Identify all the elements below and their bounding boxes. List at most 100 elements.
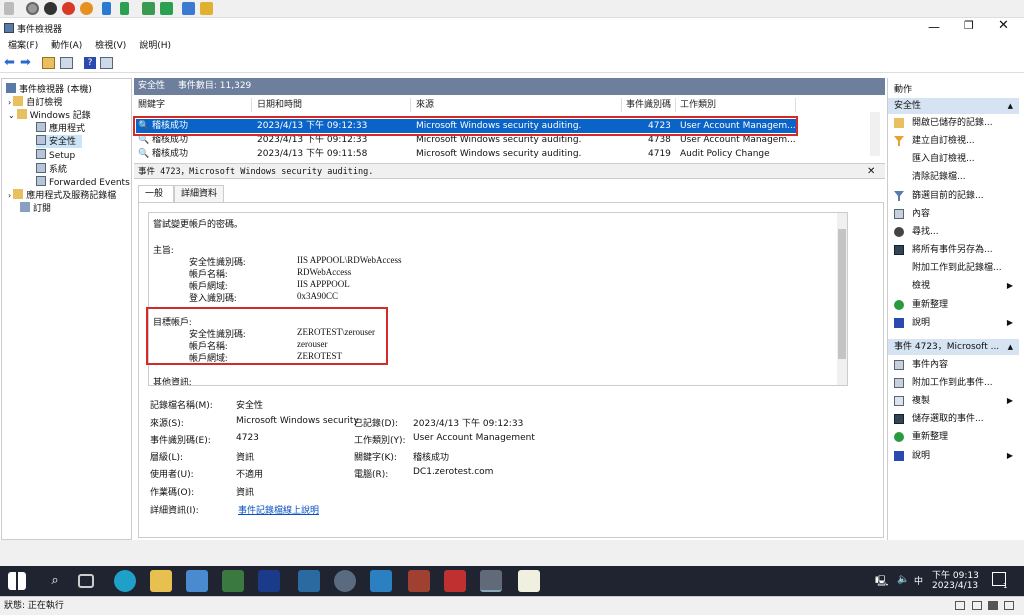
vm-checkpoint-icon[interactable] (142, 2, 155, 15)
tree-security[interactable]: 安全性 (36, 135, 82, 148)
vm-share-icon[interactable] (200, 2, 213, 15)
tree-system-label: 系統 (49, 165, 68, 175)
vm-play-button[interactable] (120, 2, 129, 15)
online-help-link[interactable]: 事件記錄檔線上說明 (238, 503, 319, 516)
action-attach-task-log[interactable]: 附加工作到此記錄檔... (888, 260, 1019, 276)
chevron-right-icon[interactable]: › (8, 191, 11, 200)
close-button[interactable]: ✕ (998, 18, 1009, 33)
action-create-custom-view[interactable]: 建立自訂檢視... (888, 133, 1019, 149)
menu-action[interactable]: 動作(A) (51, 41, 82, 51)
back-arrow-icon[interactable]: ⬅ (4, 55, 15, 70)
collapse-icon[interactable]: ▲ (1008, 339, 1013, 355)
actions-section-event[interactable]: 事件 4723，Microsoft ... ▲ (888, 339, 1019, 355)
row-keyword: 稽核成功 (152, 149, 189, 158)
action-help-event[interactable]: 說明 ▶ (888, 448, 1019, 464)
app-icon[interactable] (408, 570, 430, 592)
tree-setup[interactable]: Setup (36, 149, 75, 162)
services-icon[interactable] (334, 570, 356, 592)
action-help[interactable]: 說明 ▶ (888, 315, 1019, 331)
column-event-id[interactable]: 事件識別碼 (622, 98, 676, 112)
tree-application[interactable]: 應用程式 (36, 122, 85, 135)
show-hide-action-icon[interactable] (100, 57, 113, 69)
start-button[interactable] (8, 572, 26, 590)
vm-pause-button[interactable] (102, 2, 111, 15)
column-datetime[interactable]: 日期和時間 (253, 98, 411, 112)
action-find[interactable]: 尋找... (888, 224, 1019, 240)
help-icon[interactable]: ? (84, 57, 96, 69)
server-manager-icon[interactable] (186, 570, 208, 592)
action-view[interactable]: 檢視 ▶ (888, 278, 1019, 294)
notepad-icon[interactable] (518, 570, 540, 592)
tree-subscriptions[interactable]: 訂閱 (20, 202, 51, 215)
vm-shutdown-icon[interactable] (62, 2, 75, 15)
clock-date[interactable]: 2023/4/13 (932, 581, 978, 591)
volume-icon[interactable]: 🔈 (897, 574, 909, 585)
tree-windows-logs-label: Windows 記錄 (29, 111, 91, 121)
forward-arrow-icon[interactable]: ➡ (20, 55, 31, 70)
action-refresh-event[interactable]: 重新整理 (888, 429, 1019, 445)
actions-section-log[interactable]: 安全性 ▲ (888, 98, 1019, 114)
powershell-icon[interactable] (258, 570, 280, 592)
column-task-category[interactable]: 工作類別 (676, 98, 796, 112)
vm-stop-icon[interactable] (44, 2, 57, 15)
tab-general[interactable]: 一般 (138, 185, 174, 203)
search-icon[interactable]: ⌕ (44, 570, 66, 592)
file-explorer-icon[interactable] (150, 570, 172, 592)
column-source[interactable]: 來源 (412, 98, 622, 112)
show-hide-tree-icon[interactable] (60, 57, 73, 69)
minimize-button[interactable]: — (928, 20, 940, 34)
action-copy[interactable]: 複製 ▶ (888, 393, 1019, 409)
maximize-button[interactable]: ❐ (964, 19, 974, 32)
collapse-icon[interactable]: ▲ (1008, 98, 1013, 114)
ime-indicator[interactable]: 中 (914, 574, 923, 587)
tree-forwarded-events[interactable]: Forwarded Events (36, 176, 130, 189)
vm-control-bar (0, 0, 1024, 18)
column-keyword[interactable]: 關鍵字 (134, 98, 252, 112)
table-row[interactable]: 🔍 稽核成功 2023/4/13 下午 09:11:58 Microsoft W… (136, 147, 876, 158)
app-icon[interactable] (444, 570, 466, 592)
action-clear-log[interactable]: 清除記錄檔... (888, 169, 1019, 185)
action-event-properties[interactable]: 事件內容 (888, 357, 1019, 373)
desc-subject: 主旨: (153, 245, 174, 255)
tree-root[interactable]: 事件檢視器 (本機) (6, 83, 92, 96)
menu-help[interactable]: 說明(H) (139, 41, 171, 51)
vm-power-icon[interactable] (26, 2, 39, 15)
action-save-all-events[interactable]: 將所有事件另存為... (888, 242, 1019, 258)
desc-scroll-thumb[interactable] (838, 229, 846, 359)
log-icon (36, 176, 46, 186)
vm-pause-icon[interactable] (4, 2, 14, 15)
task-view-icon[interactable] (78, 574, 94, 588)
action-refresh[interactable]: 重新整理 (888, 297, 1019, 313)
action-filter-log[interactable]: 篩選目前的記錄... (888, 188, 1019, 204)
chevron-down-icon[interactable]: ⌄ (8, 111, 15, 120)
close-detail-icon[interactable]: ✕ (867, 164, 875, 180)
tree-windows-logs[interactable]: ⌄ Windows 記錄 (8, 109, 91, 122)
vm-enhanced-icon[interactable] (182, 2, 195, 15)
menu-file[interactable]: 檔案(F) (8, 41, 38, 51)
remote-desktop-icon[interactable] (370, 570, 392, 592)
tab-details[interactable]: 詳細資料 (174, 185, 224, 203)
edge-icon[interactable] (114, 570, 136, 592)
clock-time[interactable]: 下午 09:13 (932, 568, 979, 581)
action-label: 匯入自訂檢視... (912, 154, 975, 164)
event-viewer-taskbar-icon[interactable] (480, 570, 502, 592)
taskbar: ⌕ 🖳 🔈 中 下午 09:13 2023/4/13 1 (0, 566, 1024, 596)
network-tray-icon[interactable]: 🖳 (875, 574, 888, 591)
tree-app-services[interactable]: › 應用程式及服務記錄檔 (8, 189, 116, 202)
folder-up-icon[interactable] (42, 57, 55, 69)
vm-reset-icon[interactable] (80, 2, 93, 15)
tree-root-label: 事件檢視器 (本機) (19, 85, 92, 95)
action-import-custom-view[interactable]: 匯入自訂檢視... (888, 151, 1019, 167)
vm-revert-icon[interactable] (160, 2, 173, 15)
tree-custom-views[interactable]: › 自訂檢視 (8, 96, 62, 109)
network-icon[interactable] (298, 570, 320, 592)
action-attach-task-event[interactable]: 附加工作到此事件... (888, 375, 1019, 391)
admin-tools-icon[interactable] (222, 570, 244, 592)
action-open-saved-log[interactable]: 開啟已儲存的記錄... (888, 115, 1019, 131)
action-save-selected[interactable]: 儲存選取的事件... (888, 411, 1019, 427)
desc-value: RDWebAccess (297, 267, 352, 277)
menu-view[interactable]: 檢視(V) (95, 41, 126, 51)
action-properties[interactable]: 內容 (888, 206, 1019, 222)
chevron-right-icon[interactable]: › (8, 98, 11, 107)
tree-system[interactable]: 系統 (36, 163, 67, 176)
